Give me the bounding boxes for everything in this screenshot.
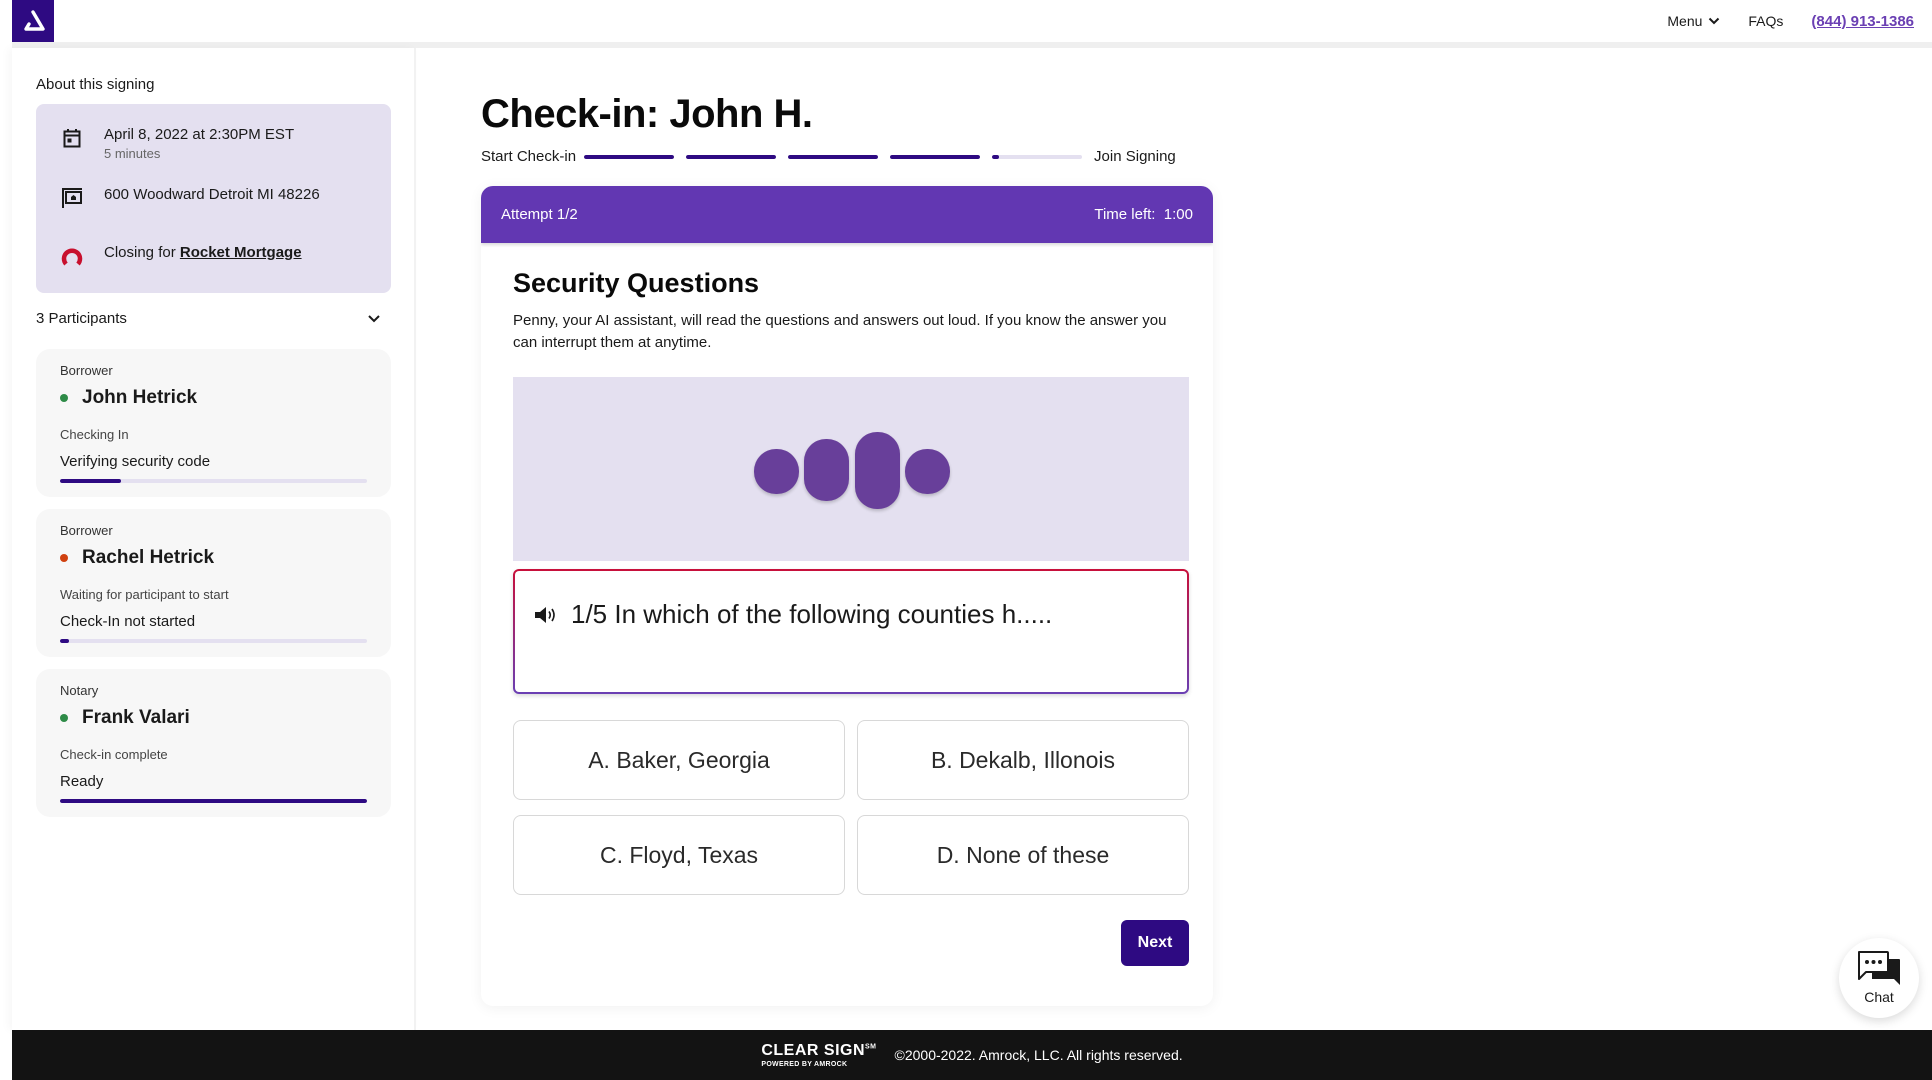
status-dot: [60, 394, 68, 402]
status-dot: [60, 554, 68, 562]
signing-duration: 5 minutes: [104, 146, 161, 161]
chat-bubbles-icon: [1858, 951, 1900, 985]
participant-step: Verifying security code: [60, 453, 211, 470]
brand-mark: SM: [865, 1043, 877, 1051]
ai-assistant-visualizer: [513, 377, 1189, 561]
card-header: Attempt 1/2 Time left: 1:00: [481, 186, 1213, 243]
participant-name-row: Frank Valari: [60, 707, 190, 729]
participant-role: Notary: [60, 683, 99, 698]
about-address-row: 600 Woodward Detroit MI 48226: [60, 186, 320, 210]
phone-link[interactable]: (844) 913-1386: [1811, 13, 1914, 30]
progress-segment-fill: [584, 154, 675, 159]
participant-name: John Hetrick: [82, 387, 198, 408]
copyright-text: ©2000-2022. Amrock, LLC. All rights rese…: [894, 1047, 1183, 1063]
progress-segment: [584, 154, 675, 159]
progress-segment-fill: [686, 154, 777, 159]
clear-sign-logo: CLEAR SIGNSM POWERED BY AMROCK: [761, 1041, 877, 1068]
attempt-counter: Attempt 1/2: [501, 206, 578, 223]
participant-status: Waiting for participant to start: [60, 587, 229, 602]
question-text: 1/5 In which of the following counties h…: [571, 599, 1053, 629]
page-title: Check-in: John H.: [481, 92, 813, 136]
faqs-link[interactable]: FAQs: [1748, 13, 1783, 29]
answer-options: A. Baker, Georgia B. Dekalb, Illonois C.…: [513, 720, 1189, 895]
footer: CLEAR SIGNSM POWERED BY AMROCK ©2000-202…: [12, 1030, 1932, 1080]
card-description: Penny, your AI assistant, will read the …: [513, 312, 1167, 351]
amrock-logo[interactable]: [12, 0, 54, 42]
progress-segment: [992, 154, 1083, 159]
property-sign-icon: [60, 186, 84, 210]
participant-card: Borrower John Hetrick Checking In Verify…: [36, 349, 391, 497]
participant-progress-fill: [60, 479, 122, 483]
about-datetime-row: April 8, 2022 at 2:30PM EST 5 minutes: [60, 126, 294, 161]
question-box: 1/5 In which of the following counties h…: [513, 569, 1189, 694]
participant-name: Rachel Hetrick: [82, 547, 215, 568]
participant-status: Check-in complete: [60, 747, 168, 762]
voice-blob: [905, 449, 950, 494]
participant-step: Ready: [60, 773, 104, 790]
progress-start-label: Start Check-in: [481, 148, 577, 165]
security-questions-card: Attempt 1/2 Time left: 1:00 Security Que…: [481, 186, 1213, 1006]
about-card: April 8, 2022 at 2:30PM EST 5 minutes 60…: [36, 104, 391, 293]
answer-option-a[interactable]: A. Baker, Georgia: [513, 720, 845, 800]
next-button[interactable]: Next: [1121, 920, 1189, 966]
progress-segment: [686, 154, 777, 159]
participant-progress-fill: [60, 639, 70, 643]
progress-segment: [890, 154, 981, 159]
voice-blob: [804, 439, 849, 501]
participant-progress-bar: [60, 479, 367, 483]
sidebar: About this signing April 8, 2022 at 2:30…: [12, 48, 416, 1030]
checkin-progress: Start Check-in Join Signing: [481, 148, 1213, 165]
top-header: Menu FAQs (844) 913-1386: [0, 0, 1932, 42]
brand-subtitle: POWERED BY AMROCK: [761, 1060, 848, 1068]
calendar-icon: [60, 126, 84, 150]
rocket-mortgage-icon: [60, 244, 84, 268]
participant-progress-fill: [60, 799, 367, 803]
progress-segments: [584, 154, 1083, 159]
participant-name-row: Rachel Hetrick: [60, 547, 214, 569]
signing-address: 600 Woodward Detroit MI 48226: [104, 186, 320, 203]
time-left: Time left: 1:00: [1094, 206, 1193, 223]
chevron-down-icon: [1709, 17, 1720, 25]
answer-option-c[interactable]: C. Floyd, Texas: [513, 815, 845, 895]
menu-label: Menu: [1667, 13, 1703, 29]
chevron-down-icon: [368, 315, 380, 323]
participant-status: Checking In: [60, 427, 129, 442]
card-title: Security Questions: [513, 268, 760, 298]
about-closing-row: Closing for Rocket Mortgage: [60, 244, 302, 268]
participant-name-row: John Hetrick: [60, 387, 197, 409]
speaker-icon[interactable]: [533, 604, 559, 626]
answer-option-d[interactable]: D. None of these: [857, 815, 1189, 895]
chat-label: Chat: [1864, 989, 1894, 1005]
signing-datetime: April 8, 2022 at 2:30PM EST: [104, 126, 295, 143]
logo-triangle-icon: [24, 10, 45, 31]
answer-option-b[interactable]: B. Dekalb, Illonois: [857, 720, 1189, 800]
question-inner: 1/5 In which of the following counties h…: [515, 571, 1187, 692]
progress-segment-fill: [992, 154, 1000, 159]
progress-segment-fill: [788, 154, 879, 159]
voice-blob: [855, 432, 900, 509]
participant-role: Borrower: [60, 523, 113, 538]
brand-name: CLEAR SIGN: [761, 1041, 866, 1059]
participant-progress-bar: [60, 799, 367, 803]
participant-card: Notary Frank Valari Check-in complete Re…: [36, 669, 391, 817]
participant-step: Check-In not started: [60, 613, 196, 630]
progress-segment-fill: [890, 154, 981, 159]
menu-button[interactable]: Menu: [1667, 13, 1720, 29]
participant-role: Borrower: [60, 363, 113, 378]
chat-button[interactable]: Chat: [1839, 938, 1919, 1018]
status-dot: [60, 714, 68, 722]
voice-blob: [754, 449, 799, 494]
participant-card: Borrower Rachel Hetrick Waiting for part…: [36, 509, 391, 657]
progress-end-label: Join Signing: [1094, 148, 1176, 165]
participants-toggle[interactable]: 3 Participants: [36, 310, 391, 327]
closing-company-link[interactable]: Rocket Mortgage: [180, 244, 302, 261]
closing-prefix: Closing for: [104, 244, 176, 261]
participant-progress-bar: [60, 639, 367, 643]
participant-name: Frank Valari: [82, 707, 190, 728]
header-nav: Menu FAQs (844) 913-1386: [1667, 0, 1914, 42]
participants-title: 3 Participants: [36, 310, 127, 327]
progress-segment: [788, 154, 879, 159]
about-title: About this signing: [36, 76, 155, 93]
